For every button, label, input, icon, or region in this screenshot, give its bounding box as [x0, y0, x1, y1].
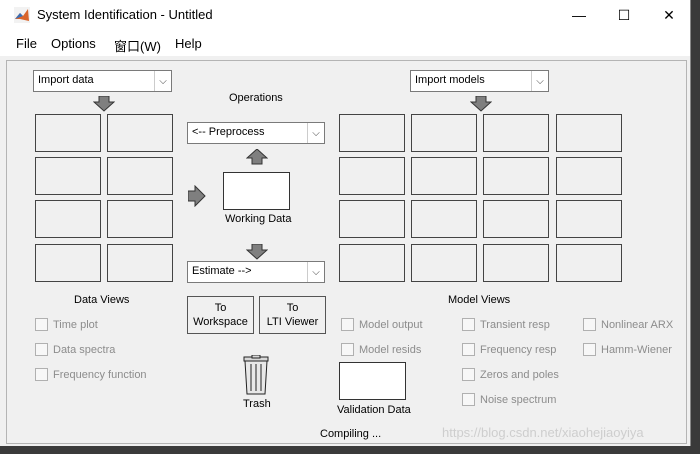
working-data-slot[interactable]: [223, 172, 290, 210]
status-text: Compiling ...: [320, 428, 382, 440]
data-board-slot[interactable]: [107, 244, 173, 282]
model-board-slot[interactable]: [483, 200, 549, 238]
data-board-slot[interactable]: [107, 200, 173, 238]
menu-window[interactable]: 窗口(W): [114, 36, 161, 55]
model-board-slot[interactable]: [483, 244, 549, 282]
model-views-label: Model Views: [448, 294, 511, 306]
frequency-resp-checkbox[interactable]: Frequency resp: [462, 343, 556, 356]
model-board-slot[interactable]: [339, 200, 405, 238]
minimize-button[interactable]: —: [556, 0, 602, 30]
model-board-slot[interactable]: [411, 157, 477, 195]
frequency-function-checkbox[interactable]: Frequency function: [35, 368, 147, 381]
model-board-slot[interactable]: [339, 157, 405, 195]
trash-label: Trash: [243, 398, 271, 410]
sysid-window: System Identification - Untitled — ☐ ✕ F…: [0, 0, 691, 446]
time-plot-checkbox[interactable]: Time plot: [35, 318, 98, 331]
import-data-dropdown[interactable]: Import data ⌵: [33, 70, 172, 92]
arrow-right-icon: [188, 185, 206, 207]
zeros-poles-checkbox[interactable]: Zeros and poles: [462, 368, 559, 381]
data-board-slot[interactable]: [35, 244, 101, 282]
data-board-slot[interactable]: [35, 157, 101, 195]
arrow-down-icon: [93, 96, 115, 112]
noise-spectrum-checkbox[interactable]: Noise spectrum: [462, 393, 556, 406]
transient-resp-checkbox[interactable]: Transient resp: [462, 318, 550, 331]
preprocess-dropdown[interactable]: <-- Preprocess ⌵: [187, 122, 325, 144]
validation-data-label: Validation Data: [337, 404, 411, 416]
arrow-down-icon: [246, 244, 268, 260]
data-board-slot[interactable]: [107, 114, 173, 152]
chevron-down-icon: ⌵: [307, 123, 324, 143]
estimate-dropdown[interactable]: Estimate --> ⌵: [187, 261, 325, 283]
data-board-slot[interactable]: [35, 200, 101, 238]
arrow-up-icon: [246, 149, 268, 165]
data-board-slot[interactable]: [107, 157, 173, 195]
data-board-slot[interactable]: [35, 114, 101, 152]
import-models-dropdown[interactable]: Import models ⌵: [410, 70, 549, 92]
to-workspace-button[interactable]: To Workspace: [187, 296, 254, 334]
model-board-slot[interactable]: [411, 114, 477, 152]
menu-bar: File Options 窗口(W) Help: [0, 30, 690, 56]
chevron-down-icon: ⌵: [154, 71, 171, 91]
validation-data-slot[interactable]: [339, 362, 406, 400]
model-board-slot[interactable]: [556, 157, 622, 195]
data-spectra-checkbox[interactable]: Data spectra: [35, 343, 115, 356]
title-bar: System Identification - Untitled — ☐ ✕: [0, 0, 690, 30]
model-board-slot[interactable]: [483, 114, 549, 152]
model-board-slot[interactable]: [339, 244, 405, 282]
model-board-slot[interactable]: [483, 157, 549, 195]
model-board-slot[interactable]: [556, 244, 622, 282]
data-views-label: Data Views: [74, 294, 130, 306]
trash-icon[interactable]: [242, 355, 270, 395]
chevron-down-icon: ⌵: [307, 262, 324, 282]
window-title: System Identification - Untitled: [37, 7, 213, 22]
model-board-slot[interactable]: [556, 200, 622, 238]
working-data-label: Working Data: [225, 213, 292, 225]
model-resids-checkbox[interactable]: Model resids: [341, 343, 421, 356]
menu-help[interactable]: Help: [175, 36, 202, 51]
model-board-slot[interactable]: [411, 244, 477, 282]
model-board-slot[interactable]: [556, 114, 622, 152]
menu-options[interactable]: Options: [51, 36, 96, 51]
hamm-wiener-checkbox[interactable]: Hamm-Wiener: [583, 343, 672, 356]
model-board-slot[interactable]: [339, 114, 405, 152]
nonlinear-arx-checkbox[interactable]: Nonlinear ARX: [583, 318, 673, 331]
model-output-checkbox[interactable]: Model output: [341, 318, 423, 331]
chevron-down-icon: ⌵: [531, 71, 548, 91]
operations-label: Operations: [229, 92, 283, 104]
close-button[interactable]: ✕: [646, 0, 692, 30]
watermark: https://blog.csdn.net/xiaohejiaoyiya: [442, 425, 644, 440]
arrow-down-icon: [470, 96, 492, 112]
maximize-button[interactable]: ☐: [601, 0, 647, 30]
menu-file[interactable]: File: [16, 36, 37, 51]
matlab-icon: [14, 7, 30, 23]
to-lti-viewer-button[interactable]: To LTI Viewer: [259, 296, 326, 334]
model-board-slot[interactable]: [411, 200, 477, 238]
